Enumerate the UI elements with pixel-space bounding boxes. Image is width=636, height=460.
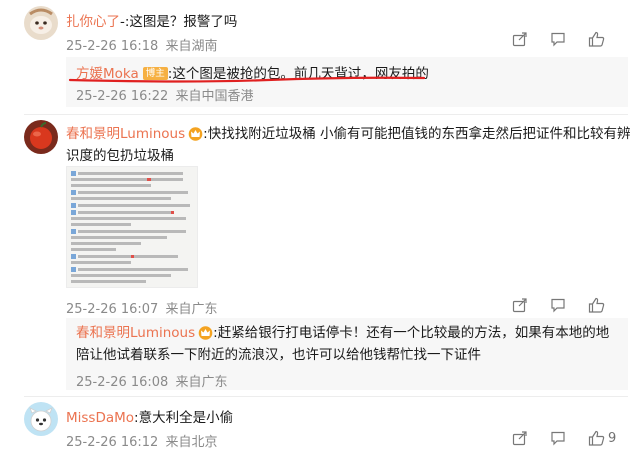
thumbs-up-icon xyxy=(588,430,605,446)
comment-button[interactable] xyxy=(550,297,566,313)
comment-line: MissDaMo:意大利全是小偷 xyxy=(66,406,233,426)
comment-text-line1: 快找找附近垃圾桶 小偷有可能把值钱的东西拿走然后把证件和比较有辨 xyxy=(207,126,631,142)
comment-actions xyxy=(512,297,605,313)
reply-line: 春和景明Luminous:赶紧给银行打电话停卡！还有一个比较最的方法，如果有本地… xyxy=(76,322,626,366)
comment-icon xyxy=(551,32,565,47)
reply-text-line2: 陪让他试着联系一下附近的流浪汉，也许可以给他钱帮忙找一下证件 xyxy=(76,347,481,363)
comment-separator: -: xyxy=(120,14,130,30)
share-icon xyxy=(512,32,527,47)
crown-icon xyxy=(188,127,203,141)
comment-username[interactable]: 扎你心了 xyxy=(66,14,120,30)
comment-attached-image[interactable] xyxy=(66,166,198,288)
reply-time: 25-2-26 16:22 xyxy=(76,89,169,104)
comment-meta: 25-2-26 16:07 来自广东 xyxy=(66,298,218,317)
comment-text: 意大利全是小偷 xyxy=(138,410,234,426)
reply-text-line1: 赶紧给银行打电话停卡！还有一个比较最的方法，如果有本地的地 xyxy=(217,325,610,341)
comment-button[interactable] xyxy=(550,430,566,446)
divider xyxy=(24,114,628,115)
comment-text-line2: 识度的包扔垃圾桶 xyxy=(66,148,174,164)
comment-username[interactable]: MissDaMo xyxy=(66,410,134,426)
comment-button[interactable] xyxy=(550,31,566,47)
avatar-image xyxy=(24,6,58,40)
avatar-image xyxy=(24,402,58,436)
share-button[interactable] xyxy=(512,31,528,47)
avatar-image xyxy=(24,120,58,154)
comment-actions: 9 xyxy=(512,430,616,446)
comment-text: 这图是？报警了吗 xyxy=(129,14,238,30)
comment-meta: 25-2-26 16:18 来自湖南 xyxy=(66,35,218,54)
share-icon xyxy=(512,431,527,446)
avatar[interactable] xyxy=(24,6,58,40)
share-button[interactable] xyxy=(512,297,528,313)
like-count: 9 xyxy=(608,430,617,446)
reply-location: 来自广东 xyxy=(175,375,228,390)
comment-location: 来自湖南 xyxy=(165,39,218,54)
share-button[interactable] xyxy=(512,430,528,446)
avatar[interactable] xyxy=(24,402,58,436)
comment-icon xyxy=(551,431,565,446)
comment-time: 25-2-26 16:18 xyxy=(66,39,159,54)
comment-location: 来自广东 xyxy=(165,302,218,317)
comment-time: 25-2-26 16:07 xyxy=(66,302,159,317)
avatar[interactable] xyxy=(24,120,58,154)
notes-screenshot-thumbnail xyxy=(71,171,190,283)
like-button[interactable] xyxy=(588,31,605,47)
divider xyxy=(24,396,628,397)
thumbs-up-icon xyxy=(588,297,605,313)
thumbs-up-icon xyxy=(588,31,605,47)
comment-location: 来自北京 xyxy=(165,435,218,450)
comment-icon xyxy=(551,298,565,313)
share-icon xyxy=(512,298,527,313)
comment-line: 春和景明Luminous:快找找附近垃圾桶 小偷有可能把值钱的东西拿走然后把证件… xyxy=(66,123,631,167)
reply-meta: 25-2-26 16:22 来自中国香港 xyxy=(76,85,254,104)
crown-icon xyxy=(198,326,213,340)
comment-line: 扎你心了-:这图是？报警了吗 xyxy=(66,10,237,30)
comment-time: 25-2-26 16:12 xyxy=(66,435,159,450)
reply-time: 25-2-26 16:08 xyxy=(76,375,169,390)
comment-meta: 25-2-26 16:12 来自北京 xyxy=(66,431,218,450)
like-button[interactable] xyxy=(588,297,605,313)
like-button[interactable]: 9 xyxy=(588,430,616,446)
comment-username[interactable]: 春和景明Luminous xyxy=(66,126,185,142)
reply-meta: 25-2-26 16:08 来自广东 xyxy=(76,371,228,390)
reply-location: 来自中国香港 xyxy=(175,89,254,104)
comment-actions xyxy=(512,31,605,47)
reply-username[interactable]: 春和景明Luminous xyxy=(76,325,195,341)
